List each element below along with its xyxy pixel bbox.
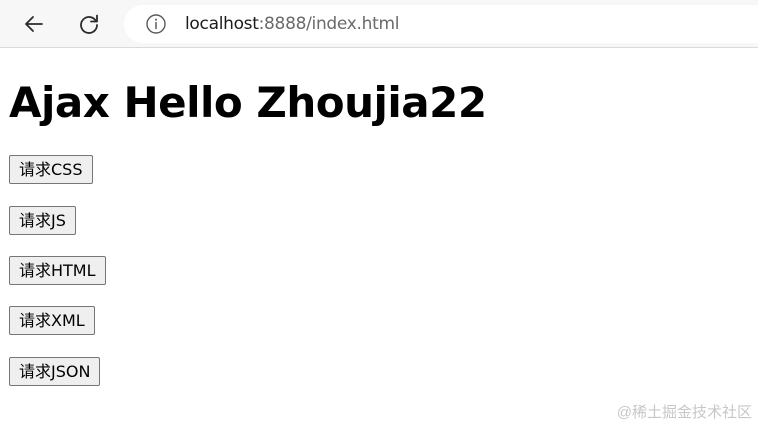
request-json-button[interactable]: 请求JSON: [9, 357, 101, 386]
url-host: localhost: [185, 14, 259, 34]
info-icon[interactable]: [145, 13, 167, 35]
back-button[interactable]: [15, 5, 53, 43]
page-title: Ajax Hello Zhoujia22: [9, 78, 487, 127]
url-text[interactable]: localhost:8888/index.html: [185, 14, 399, 34]
arrow-left-icon: [25, 16, 43, 32]
request-css-button[interactable]: 请求CSS: [9, 155, 93, 184]
request-html-button[interactable]: 请求HTML: [9, 256, 106, 285]
browser-toolbar: localhost:8888/index.html: [0, 0, 758, 48]
reload-button[interactable]: [70, 5, 108, 43]
request-xml-button[interactable]: 请求XML: [9, 306, 95, 335]
request-js-button[interactable]: 请求JS: [9, 206, 76, 235]
watermark: @稀土掘金技术社区: [616, 404, 752, 421]
reload-icon: [80, 14, 98, 34]
address-bar[interactable]: localhost:8888/index.html: [124, 5, 758, 43]
url-path: :8888/index.html: [258, 14, 400, 34]
